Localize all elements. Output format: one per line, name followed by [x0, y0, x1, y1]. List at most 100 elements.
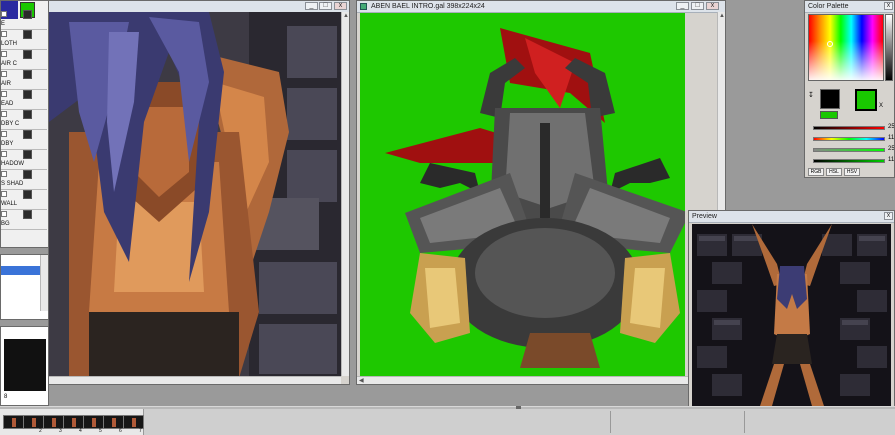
layer-visibility-checkbox[interactable] — [1, 91, 7, 97]
zoom-horizontal-scrollbar[interactable] — [49, 376, 341, 384]
layer-row[interactable]: LOTH — [1, 30, 47, 50]
minimize-button[interactable]: _ — [676, 2, 689, 10]
close-button[interactable]: x — [884, 2, 893, 10]
eyedropper-icon[interactable]: ↧ — [808, 91, 814, 99]
foreground-color-well[interactable] — [820, 89, 840, 109]
tab-hsl[interactable]: HSL — [826, 168, 842, 176]
layer-row[interactable]: EAD — [1, 90, 47, 110]
slider-blue[interactable] — [813, 148, 885, 152]
layer-thumbnail — [23, 210, 32, 219]
layer-thumbnail — [23, 150, 32, 159]
close-button[interactable]: x — [706, 2, 719, 10]
layer-visibility-checkbox[interactable] — [1, 111, 7, 117]
animation-frame[interactable] — [123, 415, 144, 429]
close-button[interactable]: x — [334, 2, 347, 10]
maximize-button[interactable]: □ — [319, 2, 332, 10]
layer-row[interactable]: S SHAD — [1, 170, 47, 190]
layers-panel: E LOTH AIR C AIR EAD DBY C DBY HADOW S SHAD WALL B… — [0, 0, 49, 248]
gray-ramp[interactable] — [885, 14, 893, 81]
sprite-canvas[interactable] — [360, 13, 685, 376]
zoomed-sprite-canvas[interactable] — [49, 12, 341, 378]
layer-row[interactable]: AIR — [1, 70, 47, 90]
tab-hsv[interactable]: HSV — [844, 168, 860, 176]
main-horizontal-scrollbar[interactable]: ◀ — [357, 376, 717, 384]
layer-thumbnail — [23, 70, 32, 79]
layer-row[interactable]: BG — [1, 210, 47, 230]
color-grid[interactable] — [808, 14, 884, 81]
layer-visibility-checkbox[interactable] — [1, 191, 7, 197]
preview-canvas — [692, 224, 891, 406]
color-palette-panel: Color Palette x ↧ X 255 112 250 110 RGB … — [804, 0, 895, 178]
close-button[interactable]: x — [884, 212, 893, 220]
layer-row[interactable]: WALL — [1, 190, 47, 210]
layer-thumbnail — [23, 50, 32, 59]
layer-name: AIR — [1, 81, 12, 87]
layer-name: HADOW — [1, 161, 24, 167]
frame-index-label: 8 — [4, 394, 8, 400]
layer-thumbnail — [23, 30, 32, 39]
layer-visibility-checkbox[interactable] — [1, 31, 7, 37]
layer-visibility-checkbox[interactable] — [1, 51, 7, 57]
slider-blue-value: 250 — [888, 146, 895, 152]
layer-name: DBY C — [1, 121, 20, 127]
frame-thumbnail-panel: 8 — [0, 326, 49, 406]
layer-row[interactable]: DBY C — [1, 110, 47, 130]
animation-frame[interactable] — [83, 415, 104, 429]
frame-number: 4 — [79, 428, 82, 434]
maximize-button[interactable]: □ — [691, 2, 704, 10]
preview-window: Preview x — [688, 210, 895, 408]
frame-number: 7 — [139, 428, 142, 434]
layer-name: LOTH — [1, 41, 18, 47]
preview-titlebar: Preview x — [689, 211, 894, 223]
layer-visibility-checkbox[interactable] — [1, 11, 7, 17]
main-window-title: ABEN BAEL INTRO.gal 398x224x24 — [371, 3, 485, 10]
layer-thumbnail — [23, 10, 32, 19]
layers-subpanel-scrollbar[interactable] — [40, 255, 48, 311]
frame-number: 3 — [59, 428, 62, 434]
frame-thumbnail[interactable] — [4, 339, 46, 391]
preview-art — [697, 224, 887, 406]
color-palette-title: Color Palette — [808, 3, 849, 10]
sprite-art — [385, 28, 685, 368]
slider-value-value: 110 — [888, 157, 895, 163]
zoom-vertical-scrollbar[interactable]: ▲ — [341, 12, 349, 376]
layer-visibility-checkbox[interactable] — [1, 71, 7, 77]
layer-visibility-checkbox[interactable] — [1, 211, 7, 217]
foreground-small-well[interactable] — [820, 111, 838, 119]
animation-frame[interactable] — [23, 415, 44, 429]
layer-name: BG — [1, 221, 10, 227]
layer-thumbnail — [23, 130, 32, 139]
layer-row[interactable]: AIR C — [1, 50, 47, 70]
animation-frame[interactable] — [103, 415, 124, 429]
layer-name: S SHAD — [1, 181, 24, 187]
slider-green[interactable] — [813, 137, 885, 141]
layer-visibility-checkbox[interactable] — [1, 131, 7, 137]
layer-list: E LOTH AIR C AIR EAD DBY C DBY HADOW S SHAD WALL B… — [1, 10, 48, 239]
tab-rgb[interactable]: RGB — [808, 168, 824, 176]
layer-row[interactable]: E — [1, 10, 47, 30]
preview-title: Preview — [692, 213, 717, 220]
color-grid-selector[interactable] — [827, 41, 833, 47]
layer-row[interactable]: HADOW — [1, 150, 47, 170]
frame-number: 5 — [99, 428, 102, 434]
layer-thumbnail — [23, 190, 32, 199]
layer-thumbnail — [23, 110, 32, 119]
slider-red-value: 255 — [888, 124, 895, 130]
animation-frame[interactable] — [43, 415, 64, 429]
slider-green-value: 112 — [888, 135, 895, 141]
zoomed-sprite-art — [49, 12, 341, 378]
background-color-well[interactable] — [855, 89, 877, 111]
animation-frame[interactable] — [63, 415, 84, 429]
animation-frame[interactable] — [3, 415, 24, 429]
status-divider-2 — [744, 411, 745, 433]
layer-row[interactable]: DBY — [1, 130, 47, 150]
slider-value[interactable] — [813, 159, 885, 163]
layer-thumbnail — [23, 170, 32, 179]
status-divider-1 — [610, 411, 611, 433]
swap-colors-button[interactable]: X — [879, 103, 883, 109]
frame-number: 6 — [119, 428, 122, 434]
layer-visibility-checkbox[interactable] — [1, 151, 7, 157]
layer-visibility-checkbox[interactable] — [1, 171, 7, 177]
minimize-button[interactable]: _ — [305, 2, 318, 10]
slider-red[interactable] — [813, 126, 885, 130]
